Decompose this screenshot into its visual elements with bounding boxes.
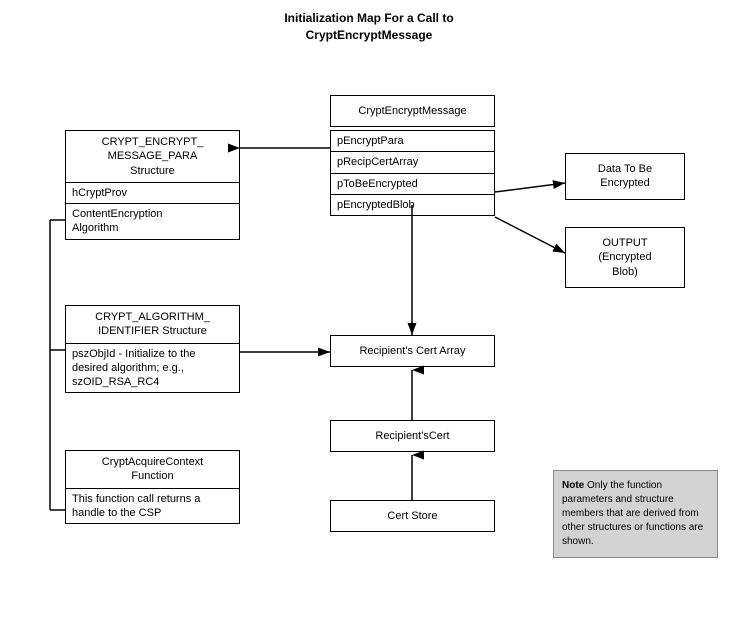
crypt-acquire-header: CryptAcquireContextFunction [66, 451, 239, 489]
cert-store-box: Cert Store [330, 500, 495, 532]
crypt-encrypt-message-box: CryptEncryptMessage [330, 95, 495, 127]
crypt-encrypt-para-row2: ContentEncryptionAlgorithm [66, 204, 239, 239]
data-to-be-encrypted-box: Data To BeEncrypted [565, 153, 685, 200]
crypt-algorithm-header: CRYPT_ALGORITHM_IDENTIFIER Structure [66, 306, 239, 344]
param-row-to-be-encrypted: pToBeEncrypted [331, 174, 494, 195]
crypt-encrypt-para-row1: hCryptProv [66, 183, 239, 204]
param-block-box: pEncryptPara pRecipCertArray pToBeEncryp… [330, 130, 495, 216]
param-row-encrypt-para: pEncryptPara [331, 131, 494, 152]
note-text: Only the function parameters and structu… [562, 480, 703, 547]
crypt-algorithm-box: CRYPT_ALGORITHM_IDENTIFIER Structure psz… [65, 305, 240, 393]
note-box: Note Only the function parameters and st… [553, 470, 718, 558]
recipient-cert-box: Recipient'sCert [330, 420, 495, 452]
recipient-cert-array-box: Recipient's Cert Array [330, 335, 495, 367]
crypt-encrypt-para-box: CRYPT_ENCRYPT_MESSAGE_PARAStructure hCry… [65, 130, 240, 240]
crypt-algorithm-row1: pszObjId - Initialize to the desired alg… [66, 344, 239, 393]
diagram-title: Initialization Map For a Call to CryptEn… [0, 0, 738, 44]
note-bold-label: Note [562, 480, 584, 491]
output-encrypted-blob-box: OUTPUT(EncryptedBlob) [565, 227, 685, 288]
param-row-encrypted-blob: pEncryptedBlob [331, 195, 494, 215]
param-row-recip-cert: pRecipCertArray [331, 152, 494, 173]
crypt-acquire-box: CryptAcquireContextFunction This functio… [65, 450, 240, 524]
diagram-container: Initialization Map For a Call to CryptEn… [0, 0, 738, 629]
crypt-acquire-row1: This function call returns a handle to t… [66, 489, 239, 524]
crypt-encrypt-para-header: CRYPT_ENCRYPT_MESSAGE_PARAStructure [66, 131, 239, 183]
